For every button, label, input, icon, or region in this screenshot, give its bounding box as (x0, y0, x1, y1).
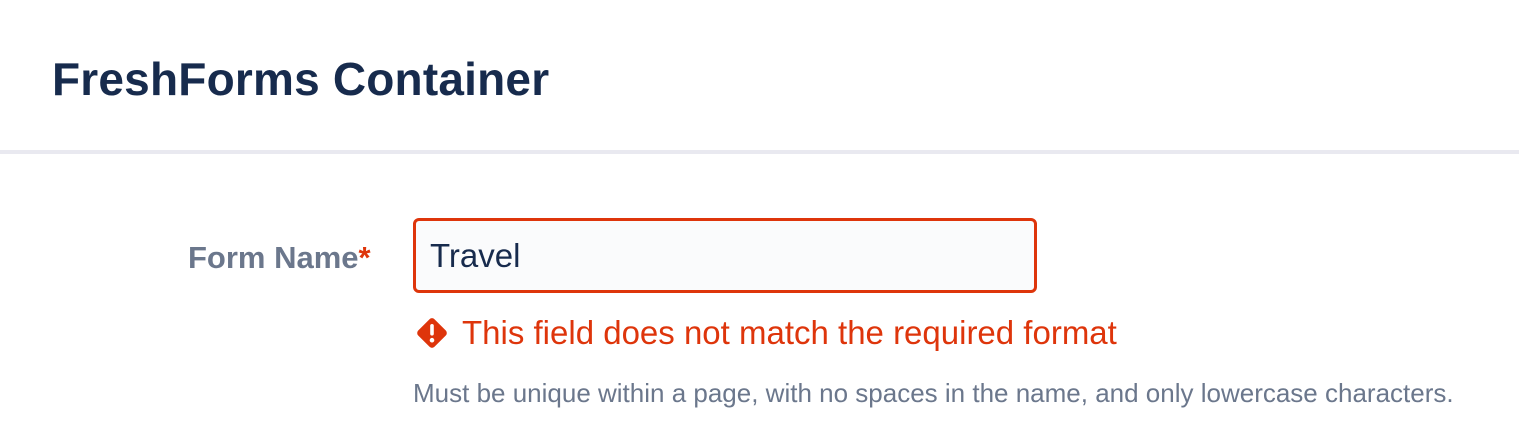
form-name-field[interactable] (413, 218, 1037, 293)
error-message: This field does not match the required f… (462, 314, 1117, 351)
dialog-title: FreshForms Container (52, 53, 550, 105)
form-name-input[interactable] (416, 221, 1034, 290)
warning-diamond-icon (414, 315, 450, 351)
form-name-label: Form Name* (188, 236, 371, 280)
form-name-error: This field does not match the required f… (414, 310, 1117, 356)
helper-text: Must be unique within a page, with no sp… (413, 378, 1454, 408)
dialog-header: FreshForms Container (0, 0, 1519, 154)
required-indicator: * (358, 240, 371, 275)
form-name-label-text: Form Name (188, 240, 359, 275)
freshforms-container-dialog: FreshForms Container Form Name* This fie… (0, 0, 1519, 434)
